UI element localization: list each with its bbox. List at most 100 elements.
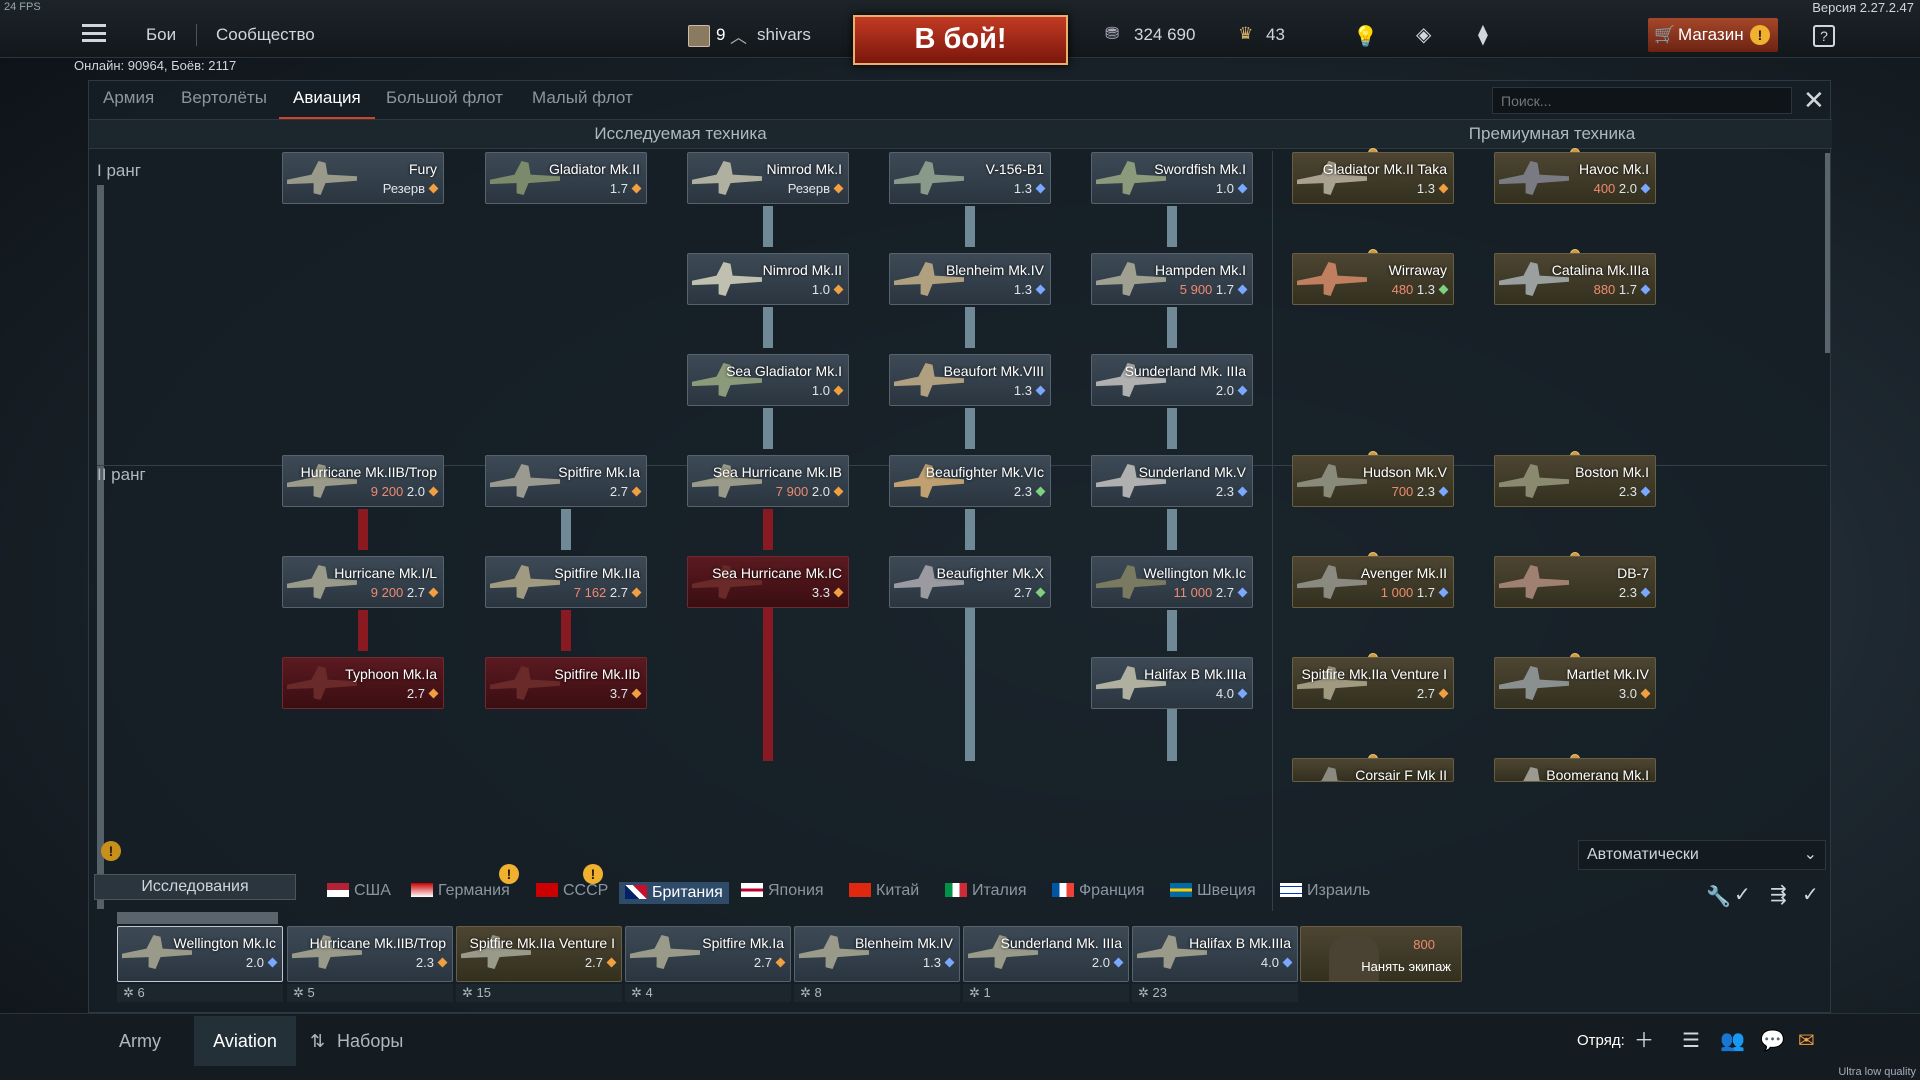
- vehicle-card[interactable]: Corsair F Mk II: [1292, 758, 1454, 782]
- tab-aviation[interactable]: Авиация: [279, 81, 375, 119]
- vehicle-card[interactable]: Hampden Mk.I 5 900 1.7: [1091, 253, 1253, 305]
- slot-vehicle-card[interactable]: Hurricane Mk.IIB/Trop 2.3: [287, 926, 453, 982]
- close-icon[interactable]: ✕: [1803, 85, 1825, 116]
- vehicle-card[interactable]: Beaufort Mk.VIII 1.3: [889, 354, 1051, 406]
- check-all-icon[interactable]: ✓: [1802, 882, 1819, 907]
- tab-bluewater-fleet[interactable]: Большой флот: [386, 81, 503, 119]
- wrench-icon[interactable]: 🔧: [1706, 884, 1731, 909]
- gold-balance[interactable]: 43: [1266, 25, 1285, 45]
- menu-battles[interactable]: Бои: [146, 25, 176, 45]
- vehicle-card[interactable]: Halifax B Mk.IIIa 4.0: [1091, 657, 1253, 709]
- battle-rating: 2.3: [1013, 484, 1032, 499]
- friends-icon[interactable]: 👥: [1720, 1016, 1745, 1066]
- silver-balance[interactable]: 324 690: [1134, 25, 1195, 45]
- double-check-icon[interactable]: ⇶: [1770, 882, 1787, 907]
- nation-tab[interactable]: Китай: [849, 882, 919, 900]
- crew-level: ✲ 1: [963, 984, 1129, 1002]
- tab-aviation-bottom[interactable]: Aviation: [194, 1016, 296, 1066]
- vehicle-card[interactable]: Sunderland Mk. IIIa 2.0: [1091, 354, 1253, 406]
- alert-icon[interactable]: !: [101, 841, 121, 861]
- slot-vehicle-card[interactable]: Halifax B Mk.IIIa 4.0: [1132, 926, 1298, 982]
- tab-army-bottom[interactable]: Army: [119, 1016, 161, 1066]
- vehicle-card[interactable]: Swordfish Mk.I 1.0: [1091, 152, 1253, 204]
- chat-icon[interactable]: 💬: [1760, 1016, 1785, 1066]
- slot-vehicle-card[interactable]: Spitfire Mk.IIa Venture I 2.7: [456, 926, 622, 982]
- slot-vehicle-card[interactable]: Wellington Mk.Ic 2.0: [117, 926, 283, 982]
- vehicle-card[interactable]: Typhoon Mk.Ia 2.7: [282, 657, 444, 709]
- menu-community[interactable]: Сообщество: [216, 25, 315, 45]
- nation-tab[interactable]: Британия: [619, 882, 729, 904]
- auto-select[interactable]: Автоматически ⌄: [1578, 840, 1826, 870]
- battle-button[interactable]: В бой!: [853, 15, 1068, 65]
- slot-vehicle-card[interactable]: Sunderland Mk. IIIa 2.0: [963, 926, 1129, 982]
- vehicle-card[interactable]: Beaufighter Mk.VIc 2.3: [889, 455, 1051, 507]
- vehicle-card[interactable]: Wirraway 480 1.3: [1292, 253, 1454, 305]
- nation-tab[interactable]: Швеция: [1170, 882, 1256, 900]
- nation-tab[interactable]: США: [327, 882, 391, 900]
- check-icon[interactable]: ✓: [1734, 882, 1751, 907]
- list-icon[interactable]: ☰: [1682, 1016, 1700, 1066]
- vehicle-card[interactable]: Nimrod Mk.I Резерв: [687, 152, 849, 204]
- slot-vehicle-card[interactable]: Blenheim Mk.IV 1.3: [794, 926, 960, 982]
- crew-slot[interactable]: Hurricane Mk.IIB/Trop 2.3 ✲ 5: [287, 926, 453, 1008]
- sort-icon[interactable]: ⇅: [310, 1016, 325, 1066]
- vehicle-name: Hurricane Mk.IIB/Trop: [300, 464, 437, 480]
- vehicle-card[interactable]: Gladiator Mk.II Taka 1.3: [1292, 152, 1454, 204]
- vehicle-card[interactable]: Nimrod Mk.II 1.0: [687, 253, 849, 305]
- vehicle-card[interactable]: V-156-B1 1.3: [889, 152, 1051, 204]
- tab-helicopters[interactable]: Вертолёты: [181, 81, 267, 119]
- player-name[interactable]: shivars: [757, 25, 811, 45]
- vehicle-card[interactable]: Martlet Mk.IV 3.0: [1494, 657, 1656, 709]
- tab-sets[interactable]: Наборы: [337, 1016, 403, 1066]
- diamond-icon[interactable]: ◈: [1416, 22, 1431, 47]
- nation-tab[interactable]: Германия: [411, 882, 510, 900]
- vehicle-card[interactable]: Boomerang Mk.I: [1494, 758, 1656, 782]
- vehicle-card[interactable]: Spitfire Mk.IIa Venture I 2.7: [1292, 657, 1454, 709]
- vehicle-card[interactable]: Blenheim Mk.IV 1.3: [889, 253, 1051, 305]
- nation-tab[interactable]: Франция: [1052, 882, 1145, 900]
- crew-slot[interactable]: Wellington Mk.Ic 2.0 ✲ 6: [117, 926, 283, 1008]
- scrollbar[interactable]: [1825, 153, 1830, 353]
- nation-tab[interactable]: Израиль: [1280, 882, 1370, 900]
- vehicle-card[interactable]: Sea Hurricane Mk.IC 3.3: [687, 556, 849, 608]
- hamburger-menu-icon[interactable]: [82, 24, 106, 42]
- vehicle-card[interactable]: Avenger Mk.II 1 000 1.7: [1292, 556, 1454, 608]
- vehicle-card[interactable]: Spitfire Mk.IIb 3.7: [485, 657, 647, 709]
- vehicle-card[interactable]: Hurricane Mk.I/L 9 200 2.7: [282, 556, 444, 608]
- slot-vehicle-card[interactable]: Spitfire Mk.Ia 2.7: [625, 926, 791, 982]
- vehicle-card[interactable]: Sea Gladiator Mk.I 1.0: [687, 354, 849, 406]
- vehicle-card[interactable]: Hurricane Mk.IIB/Trop 9 200 2.0: [282, 455, 444, 507]
- vehicle-card[interactable]: Spitfire Mk.Ia 2.7: [485, 455, 647, 507]
- mail-icon[interactable]: ✉: [1798, 1016, 1815, 1066]
- vehicle-card[interactable]: Fury Резерв: [282, 152, 444, 204]
- tab-coastal-fleet[interactable]: Малый флот: [532, 81, 633, 119]
- vehicle-card[interactable]: Boston Mk.I 2.3: [1494, 455, 1656, 507]
- vehicle-card[interactable]: Havoc Mk.I 400 2.0: [1494, 152, 1656, 204]
- add-squad-icon[interactable]: ＋: [1634, 1016, 1654, 1066]
- lightbulb-icon[interactable]: 💡: [1353, 24, 1378, 49]
- vehicle-card[interactable]: Catalina Mk.IIIa 880 1.7: [1494, 253, 1656, 305]
- research-dropdown[interactable]: Исследования: [94, 874, 296, 900]
- vehicle-card[interactable]: DB-7 2.3: [1494, 556, 1656, 608]
- vehicle-card[interactable]: Spitfire Mk.IIa 7 162 2.7: [485, 556, 647, 608]
- crew-slot[interactable]: Spitfire Mk.Ia 2.7 ✲ 4: [625, 926, 791, 1008]
- tab-army[interactable]: Армия: [103, 81, 154, 119]
- vehicle-card[interactable]: Hudson Mk.V 700 2.3: [1292, 455, 1454, 507]
- hire-crew-button[interactable]: 800 Нанять экипаж: [1300, 926, 1462, 982]
- search-input[interactable]: [1492, 87, 1792, 114]
- nation-tab[interactable]: Италия: [945, 882, 1026, 900]
- vehicle-card[interactable]: Gladiator Mk.II 1.7: [485, 152, 647, 204]
- crew-slot[interactable]: Blenheim Mk.IV 1.3 ✲ 8: [794, 926, 960, 1008]
- crew-slot[interactable]: Spitfire Mk.IIa Venture I 2.7 ✲ 15: [456, 926, 622, 1008]
- crew-slot[interactable]: Sunderland Mk. IIIa 2.0 ✲ 1: [963, 926, 1129, 1008]
- nation-tab[interactable]: СССР: [536, 882, 608, 900]
- help-icon[interactable]: ?: [1813, 25, 1835, 47]
- nation-tab[interactable]: Япония: [741, 882, 824, 900]
- ticket-icon[interactable]: ⧫: [1478, 22, 1488, 47]
- vehicle-card[interactable]: Sunderland Mk.V 2.3: [1091, 455, 1253, 507]
- vehicle-card[interactable]: Sea Hurricane Mk.IB 7 900 2.0: [687, 455, 849, 507]
- crew-slot[interactable]: Halifax B Mk.IIIa 4.0 ✲ 23: [1132, 926, 1298, 1008]
- avatar[interactable]: [688, 25, 710, 47]
- vehicle-card[interactable]: Beaufighter Mk.X 2.7: [889, 556, 1051, 608]
- vehicle-card[interactable]: Wellington Mk.Ic 11 000 2.7: [1091, 556, 1253, 608]
